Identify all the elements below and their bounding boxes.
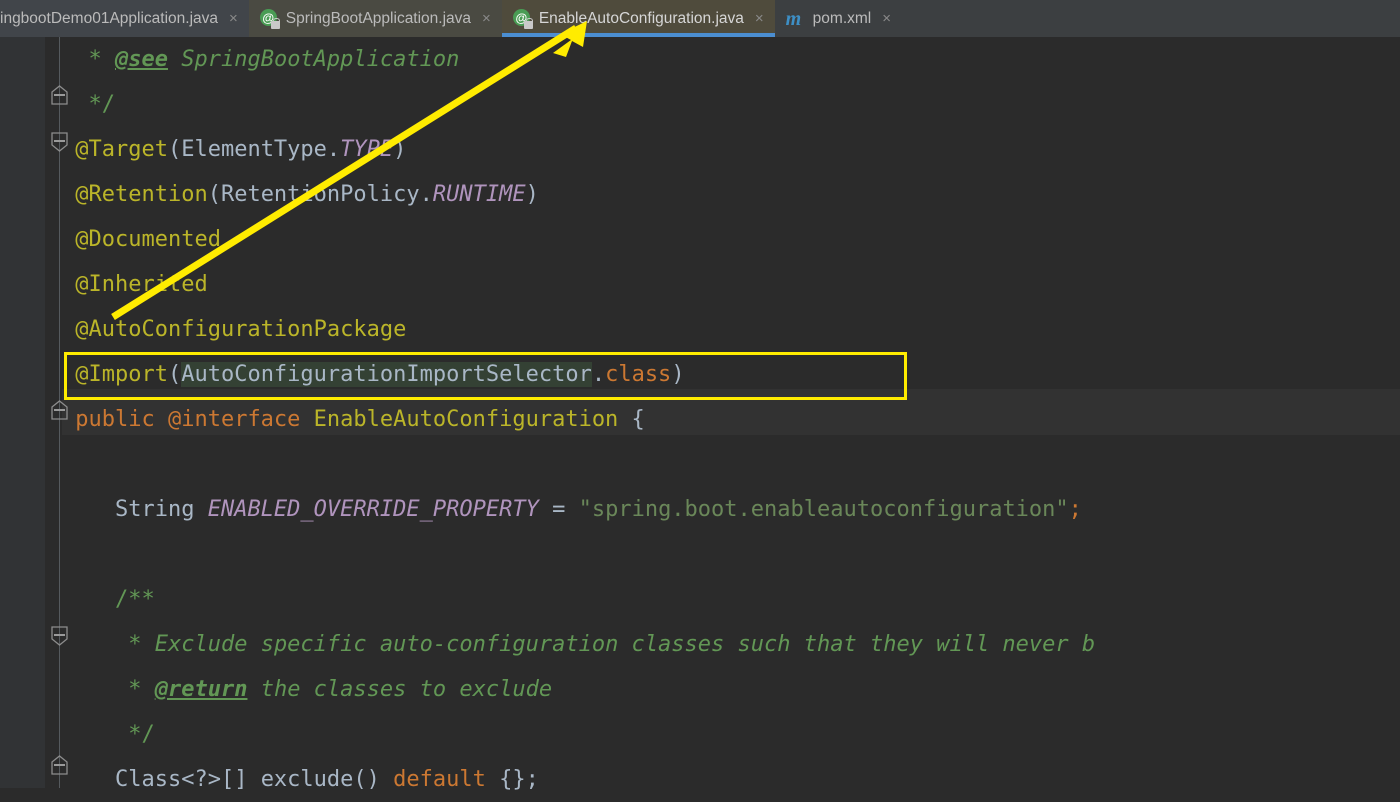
code-token: ; bbox=[1068, 497, 1082, 522]
code-line: @Import(AutoConfigurationImportSelector.… bbox=[62, 352, 685, 397]
java-annotation-icon: @ bbox=[512, 9, 533, 29]
code-line: Class<?>[] exclude() default {}; bbox=[62, 757, 539, 802]
code-token: "spring.boot.enableautoconfiguration" bbox=[578, 497, 1069, 522]
code-token: ( bbox=[167, 137, 182, 162]
code-line: @Retention(RetentionPolicy.RUNTIME) bbox=[62, 172, 539, 217]
code-token: /** bbox=[114, 587, 155, 612]
editor-tab-springbootdemo01application[interactable]: ingbootDemo01Application.java × bbox=[0, 0, 249, 37]
code-line: @AutoConfigurationPackage bbox=[62, 307, 406, 352]
code-token: ENABLED_OVERRIDE_PROPERTY bbox=[207, 497, 539, 522]
code-token: */ bbox=[88, 92, 116, 117]
minus-glyph bbox=[54, 94, 65, 96]
code-token: ( bbox=[167, 362, 182, 387]
code-token: @see bbox=[115, 47, 168, 72]
code-token: @return bbox=[154, 677, 248, 702]
code-token: default bbox=[393, 767, 486, 792]
fold-marker-3[interactable] bbox=[50, 400, 69, 421]
code-token: ElementType. bbox=[181, 137, 341, 162]
editor-tab-bar: ingbootDemo01Application.java × @ Spring… bbox=[0, 0, 1400, 37]
code-token: @Target bbox=[75, 137, 168, 162]
code-token: @interface bbox=[167, 407, 301, 432]
close-icon[interactable]: × bbox=[227, 11, 240, 26]
minus-glyph bbox=[54, 634, 65, 636]
code-token: EnableAutoConfiguration bbox=[300, 407, 619, 432]
fold-marker-5[interactable] bbox=[50, 755, 69, 776]
close-icon[interactable]: × bbox=[880, 11, 893, 26]
code-token: @Inherited bbox=[75, 272, 208, 297]
code-text-area[interactable]: * @see SpringBootApplication */ @Target(… bbox=[62, 37, 1400, 792]
code-line: String ENABLED_OVERRIDE_PROPERTY = "spri… bbox=[62, 487, 1082, 532]
fold-marker-1[interactable] bbox=[50, 85, 69, 106]
code-token: @AutoConfigurationPackage bbox=[75, 317, 407, 342]
editor-tab-label: SpringBootApplication.java bbox=[285, 9, 472, 27]
editor-tab-enableautoconfiguration[interactable]: @ EnableAutoConfiguration.java × bbox=[501, 0, 775, 37]
close-icon[interactable]: × bbox=[753, 11, 766, 26]
code-token: Class<?>[] bbox=[114, 767, 261, 792]
code-token: { bbox=[618, 407, 645, 432]
code-token: @Import bbox=[75, 362, 168, 387]
code-line: public @interface EnableAutoConfiguratio… bbox=[62, 397, 645, 442]
code-line: @Documented bbox=[62, 217, 221, 262]
code-token: String bbox=[114, 497, 208, 522]
code-line: /** bbox=[62, 577, 155, 622]
code-editor[interactable]: * @see SpringBootApplication */ @Target(… bbox=[0, 37, 1400, 792]
code-line: @Inherited bbox=[62, 262, 208, 307]
fold-marker-4[interactable] bbox=[50, 625, 69, 646]
maven-icon: m bbox=[785, 7, 802, 30]
code-token: @Retention bbox=[75, 182, 208, 207]
code-token: exclude bbox=[260, 767, 354, 792]
java-annotation-icon: @ bbox=[259, 9, 280, 29]
editor-tab-springbootapplication[interactable]: @ SpringBootApplication.java × bbox=[248, 0, 502, 37]
minus-glyph bbox=[54, 140, 65, 142]
editor-gutter[interactable] bbox=[0, 37, 45, 788]
code-token: ( bbox=[207, 182, 221, 207]
code-token: {}; bbox=[485, 767, 539, 792]
minus-glyph bbox=[54, 409, 65, 411]
code-token: class bbox=[605, 362, 672, 387]
code-line: * @see SpringBootApplication bbox=[62, 37, 460, 82]
code-token: */ bbox=[128, 722, 155, 747]
code-token: the classes to exclude bbox=[247, 677, 553, 702]
editor-tab-label: ingbootDemo01Application.java bbox=[0, 9, 219, 27]
code-token: RetentionPolicy. bbox=[220, 182, 433, 207]
lock-icon bbox=[270, 18, 280, 29]
code-token: () bbox=[353, 767, 394, 792]
editor-tab-label: EnableAutoConfiguration.java bbox=[538, 9, 744, 27]
code-token: ) bbox=[671, 362, 685, 387]
lock-icon bbox=[523, 18, 533, 29]
code-line: */ bbox=[62, 712, 155, 757]
code-line: * @return the classes to exclude bbox=[62, 667, 552, 712]
code-token: @Documented bbox=[75, 227, 221, 252]
code-token: RUNTIME bbox=[432, 182, 526, 207]
code-token: TYPE bbox=[340, 137, 394, 162]
editor-window: ingbootDemo01Application.java × @ Spring… bbox=[0, 0, 1400, 792]
editor-tab-label: pom.xml bbox=[812, 9, 872, 27]
code-token: ) bbox=[525, 182, 539, 207]
code-token: * bbox=[128, 677, 155, 702]
selected-token: AutoConfigurationImportSelector bbox=[181, 362, 592, 387]
code-token: public bbox=[75, 407, 168, 432]
code-token: * bbox=[128, 632, 155, 657]
code-line: @Target(ElementType.TYPE) bbox=[62, 127, 406, 172]
code-token: = bbox=[538, 497, 579, 522]
code-token: . bbox=[591, 362, 606, 387]
code-token: Exclude specific auto-configuration clas… bbox=[154, 632, 1096, 657]
code-token: ) bbox=[393, 137, 407, 162]
editor-tab-pom-xml[interactable]: m pom.xml × bbox=[774, 0, 903, 37]
close-icon[interactable]: × bbox=[480, 11, 493, 26]
fold-marker-2[interactable] bbox=[50, 131, 69, 152]
minus-glyph bbox=[54, 764, 65, 766]
code-token: * bbox=[88, 47, 115, 72]
code-line: * Exclude specific auto-configuration cl… bbox=[62, 622, 1095, 667]
code-line: */ bbox=[62, 82, 116, 127]
code-token: SpringBootApplication bbox=[167, 47, 460, 72]
